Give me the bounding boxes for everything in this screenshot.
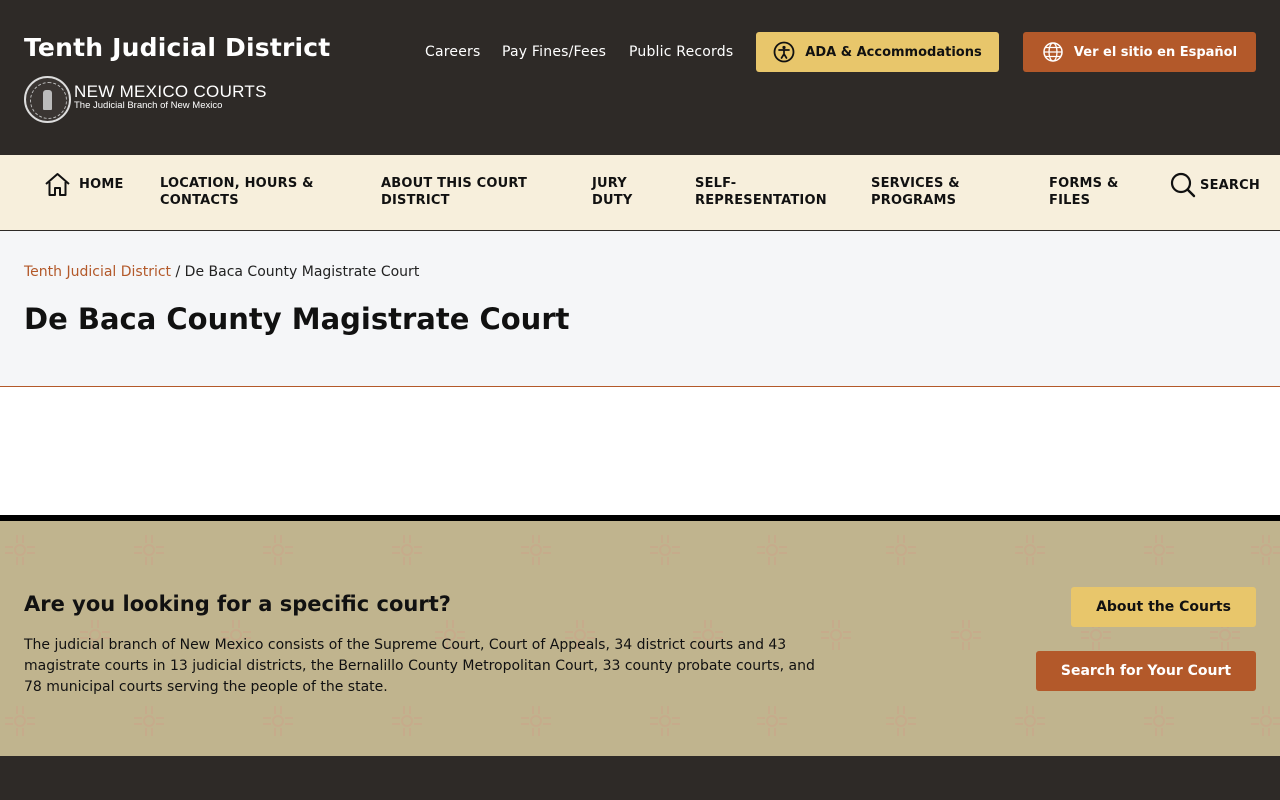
logo-sub-text: The Judicial Branch of New Mexico <box>74 99 223 111</box>
zia-symbol-3 <box>391 534 423 566</box>
careers-link[interactable]: Careers <box>425 44 480 60</box>
pay-fines-link[interactable]: Pay Fines/Fees <box>502 44 606 60</box>
search-icon <box>1170 172 1196 198</box>
nav-home-label: HOME <box>79 177 124 192</box>
zia-symbol-28 <box>950 619 982 651</box>
breadcrumb-separator: / <box>171 264 185 280</box>
site-title[interactable]: Tenth Judicial District <box>24 33 330 62</box>
nav-about-line2: DISTRICT <box>381 193 450 208</box>
nav-services-line2: PROGRAMS <box>871 193 957 208</box>
nav-forms-line1: FORMS & <box>1049 176 1119 191</box>
zia-symbol-15 <box>520 705 552 737</box>
home-icon <box>45 173 70 196</box>
nav-self-line2: REPRESENTATION <box>695 193 827 208</box>
nav-jury-duty[interactable]: JURY DUTY <box>592 175 632 209</box>
state-seal-icon <box>24 76 71 123</box>
zia-symbol-9 <box>1143 534 1175 566</box>
nav-about-line1: ABOUT THIS COURT <box>381 176 528 191</box>
zia-symbol-13 <box>262 705 294 737</box>
zia-symbol-19 <box>1014 705 1046 737</box>
zia-symbol-6 <box>756 534 788 566</box>
main-navigation: HOME LOCATION, HOURS & CONTACTS ABOUT TH… <box>0 155 1280 231</box>
zia-symbol-1 <box>133 534 165 566</box>
zia-symbol-10 <box>1250 534 1280 566</box>
logo-main-text: NEW MEXICO COURTS <box>74 81 267 101</box>
zia-symbol-7 <box>885 534 917 566</box>
nav-location-line2: CONTACTS <box>160 193 239 208</box>
zia-symbol-17 <box>756 705 788 737</box>
zia-symbol-11 <box>4 705 36 737</box>
breadcrumb-current: De Baca County Magistrate Court <box>184 264 420 280</box>
nav-services-line1: SERVICES & <box>871 176 960 191</box>
search-court-button[interactable]: Search for Your Court <box>1036 651 1256 691</box>
zia-symbol-18 <box>885 705 917 737</box>
nav-about-district[interactable]: ABOUT THIS COURT DISTRICT <box>381 175 527 209</box>
nav-services-programs[interactable]: SERVICES & PROGRAMS <box>871 175 960 209</box>
ada-accommodations-button[interactable]: ADA & Accommodations <box>756 32 999 72</box>
spanish-site-button[interactable]: Ver el sitio en Español <box>1023 32 1256 72</box>
ada-button-label: ADA & Accommodations <box>805 44 982 60</box>
zia-symbol-20 <box>1143 705 1175 737</box>
zia-symbol-4 <box>520 534 552 566</box>
site-footer <box>0 756 1280 800</box>
public-records-link[interactable]: Public Records <box>629 44 733 60</box>
zia-symbol-0 <box>4 534 36 566</box>
site-header: Tenth Judicial District NEW MEXICO COURT… <box>0 0 1280 155</box>
about-courts-button[interactable]: About the Courts <box>1071 587 1256 627</box>
nav-self-line1: SELF- <box>695 176 737 191</box>
nav-forms-files[interactable]: FORMS & FILES <box>1049 175 1119 209</box>
new-mexico-courts-logo[interactable]: NEW MEXICO COURTS The Judicial Branch of… <box>24 76 267 123</box>
nav-location-line1: LOCATION, HOURS & <box>160 176 314 191</box>
nav-forms-line2: FILES <box>1049 193 1091 208</box>
zia-symbol-16 <box>649 705 681 737</box>
zia-symbol-27 <box>820 619 852 651</box>
breadcrumb: Tenth Judicial District / De Baca County… <box>24 264 419 280</box>
nav-home[interactable]: HOME <box>44 172 124 197</box>
page-title: De Baca County Magistrate Court <box>24 302 570 336</box>
court-finder-title: Are you looking for a specific court? <box>24 592 451 616</box>
nav-jury-line2: DUTY <box>592 193 633 208</box>
content-area <box>0 387 1280 515</box>
zia-symbol-14 <box>391 705 423 737</box>
spanish-button-label: Ver el sitio en Español <box>1073 44 1238 60</box>
globe-icon <box>1043 42 1063 62</box>
zia-symbol-12 <box>133 705 165 737</box>
court-finder-section: Are you looking for a specific court? Th… <box>0 515 1280 756</box>
zia-symbol-21 <box>1250 705 1280 737</box>
nav-search[interactable]: SEARCH <box>1170 172 1260 198</box>
zia-symbol-5 <box>649 534 681 566</box>
nav-search-label: SEARCH <box>1200 177 1260 193</box>
nav-self-representation[interactable]: SELF- REPRESENTATION <box>695 175 827 209</box>
nav-jury-line1: JURY <box>592 176 627 191</box>
zia-symbol-2 <box>262 534 294 566</box>
zia-symbol-8 <box>1014 534 1046 566</box>
breadcrumb-parent-link[interactable]: Tenth Judicial District <box>24 264 171 280</box>
accessibility-icon <box>773 41 795 63</box>
nav-location-hours-contacts[interactable]: LOCATION, HOURS & CONTACTS <box>160 175 314 209</box>
page-header: Tenth Judicial District / De Baca County… <box>0 231 1280 387</box>
court-finder-description: The judicial branch of New Mexico consis… <box>24 637 815 695</box>
